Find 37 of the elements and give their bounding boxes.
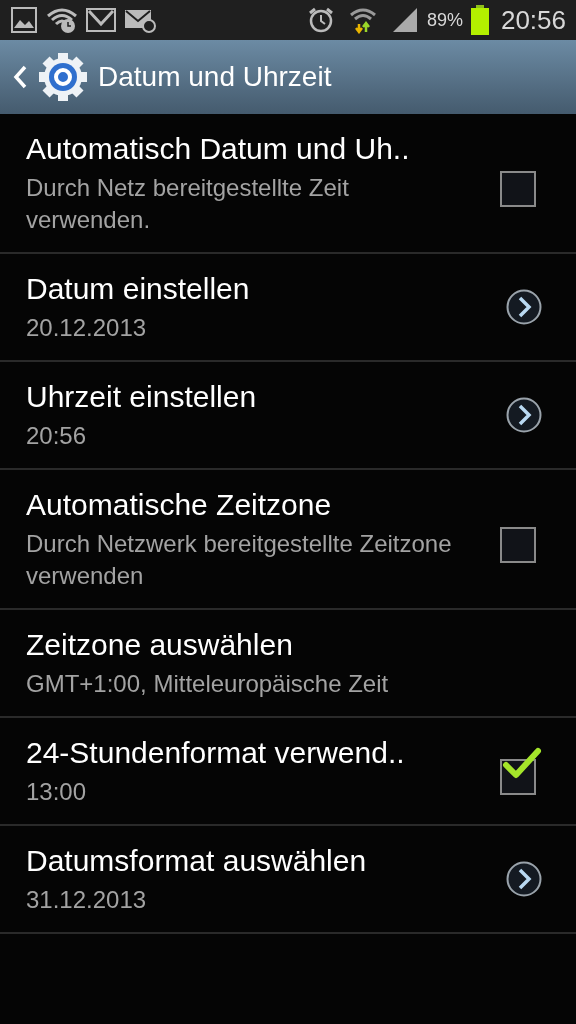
wifi-clock-icon (46, 6, 78, 34)
battery-percentage: 89% (426, 8, 463, 32)
row-title: Automatisch Datum und Uh.. (26, 131, 411, 167)
clock: 20:56 (500, 3, 566, 37)
email-icon (124, 7, 156, 33)
row-subtitle: GMT+1:00, Mitteleuropäische Zeit (26, 669, 390, 699)
row-subtitle: Durch Netz bereitgestellte Zeit verwenden. (26, 173, 350, 235)
row-subtitle: 20.12.2013 (26, 313, 148, 343)
row-subtitle: 13:00 (26, 777, 88, 807)
checkbox[interactable] (500, 747, 542, 795)
mail-icon (86, 8, 116, 32)
row-title: 24-Stundenformat verwend.. (26, 735, 406, 771)
settings-row[interactable]: Automatische Zeitzone Durch Netzwerk bereitgestellte Zeitzone verwenden (0, 470, 576, 610)
row-subtitle: Durch Netzwerk bereitgestellte Zeitzone verwenden (26, 529, 453, 591)
row-subtitle: 20:56 (26, 421, 88, 451)
row-title: Datum einstellen (26, 271, 251, 307)
row-title: Datumsformat auswählen (26, 843, 368, 879)
chevron-right-icon (506, 861, 542, 897)
row-title: Zeitzone auswählen (26, 627, 294, 663)
alarm-icon (306, 6, 335, 34)
settings-row[interactable]: Automatisch Datum und Uh.. Durch Netz bereitgestellte Zeit verwenden. (0, 114, 576, 254)
gear-icon (38, 52, 88, 102)
chevron-right-icon (506, 397, 542, 433)
settings-row[interactable]: Datum einstellen 20.12.2013 (0, 254, 576, 362)
battery-icon (470, 5, 489, 35)
settings-row[interactable]: Datumsformat auswählen 31.12.2013 (0, 826, 576, 934)
row-title: Automatische Zeitzone (26, 487, 333, 523)
settings-row[interactable]: 24-Stundenformat verwend.. 13:00 (0, 718, 576, 826)
chevron-right-icon (506, 289, 542, 325)
row-title: Uhrzeit einstellen (26, 379, 258, 415)
settings-row[interactable]: Zeitzone auswählen GMT+1:00, Mitteleuropäische Zeit (0, 610, 576, 718)
picture-icon (10, 6, 38, 34)
page-title: Datum und Uhrzeit (98, 60, 332, 94)
settings-row[interactable]: Uhrzeit einstellen 20:56 (0, 362, 576, 470)
back-icon[interactable] (12, 65, 28, 89)
row-subtitle: 31.12.2013 (26, 885, 148, 915)
wifi-icon (348, 6, 377, 34)
